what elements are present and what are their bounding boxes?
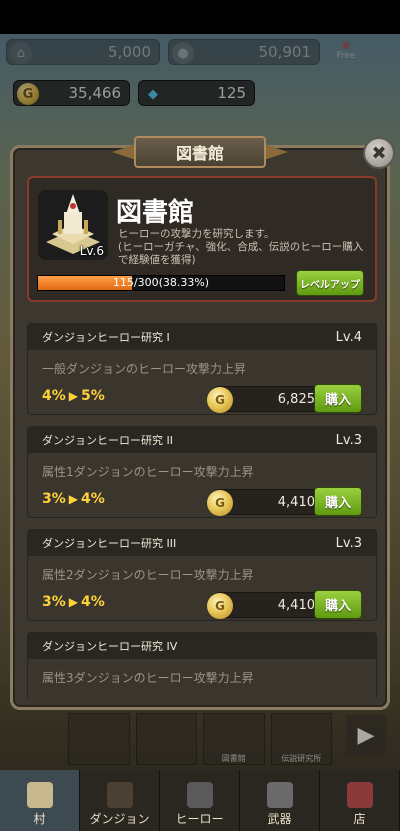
research-row: ダンジョンヒーロー研究 III Lv.3 属性2ダンジョンのヒーロー攻撃力上昇 …: [27, 529, 377, 621]
subnav-item-library: 図書館: [203, 713, 265, 765]
subnav-item: [135, 713, 197, 765]
research-level: Lv.3: [335, 535, 362, 551]
dungeon-icon: [106, 782, 133, 808]
gold-coin-icon: G: [207, 490, 233, 516]
buy-button[interactable]: 購入: [314, 487, 362, 516]
research-level: Lv.3: [335, 432, 362, 448]
effect-from: 3%: [42, 491, 66, 507]
research-description: 属性2ダンジョンのヒーロー攻撃力上昇: [42, 568, 254, 582]
research-row-header: ダンジョンヒーロー研究 IV: [28, 633, 376, 659]
gold-coin-icon: G: [207, 593, 233, 619]
research-name: ダンジョンヒーロー研究 III: [42, 537, 177, 550]
research-cost: G 6,825: [207, 386, 326, 413]
nav-village[interactable]: 村: [0, 770, 80, 831]
nav-weapon[interactable]: 武器: [240, 770, 320, 831]
subnav-item: [68, 713, 130, 765]
xp-progress-bar: 115/300(38.33%): [37, 275, 285, 291]
close-button[interactable]: ✖: [363, 137, 395, 169]
nav-label: ヒーロー: [175, 812, 224, 826]
building-level: Lv.6: [79, 244, 104, 258]
research-description: 属性1ダンジョンのヒーロー攻撃力上昇: [42, 465, 254, 479]
subnav-item-legend-lab: 伝説研究所: [270, 713, 332, 765]
research-cost: G 4,410: [207, 489, 326, 516]
nav-label: 武器: [267, 812, 292, 826]
nav-hero[interactable]: ヒーロー: [160, 770, 240, 831]
research-description: 属性3ダンジョンのヒーロー攻撃力上昇: [42, 671, 254, 685]
research-effect: 3% ▶ 4%: [42, 594, 105, 610]
bottom-nav: 村 ダンジョン ヒーロー 武器 店: [0, 770, 400, 831]
arrow-right-icon: ▶: [68, 595, 79, 609]
nav-label: 村: [33, 812, 46, 826]
effect-to: 4%: [81, 594, 105, 610]
nav-label: 店: [353, 812, 366, 826]
hero-icon: [186, 782, 213, 808]
xp-text: 115/300(38.33%): [112, 276, 210, 289]
research-row: ダンジョンヒーロー研究 I Lv.4 一般ダンジョンのヒーロー攻撃力上昇 4% ▶…: [27, 323, 377, 415]
nav-label: ダンジョン: [89, 812, 150, 826]
research-name: ダンジョンヒーロー研究 IV: [42, 640, 178, 653]
arrow-right-icon: ▶: [68, 389, 79, 403]
effect-to: 5%: [81, 388, 105, 404]
research-level: Lv.4: [335, 329, 362, 345]
research-name: ダンジョンヒーロー研究 II: [42, 434, 173, 447]
level-up-button[interactable]: レベルアップ: [296, 270, 364, 296]
effect-from: 3%: [42, 594, 66, 610]
research-list[interactable]: ダンジョンヒーロー研究 I Lv.4 一般ダンジョンのヒーロー攻撃力上昇 4% ▶…: [27, 323, 377, 698]
arrow-right-icon: ▶: [68, 492, 79, 506]
status-bar: [0, 0, 400, 34]
research-effect: 3% ▶ 4%: [42, 491, 105, 507]
library-building-image: Lv.6: [38, 190, 108, 260]
buy-button[interactable]: 購入: [314, 384, 362, 413]
close-icon: ✖: [371, 142, 387, 164]
next-arrow-icon: ▶: [346, 715, 386, 755]
research-cost: G 4,410: [207, 592, 326, 619]
research-row: ダンジョンヒーロー研究 II Lv.3 属性1ダンジョンのヒーロー攻撃力上昇 3…: [27, 426, 377, 518]
building-subnav: 図書館 伝説研究所: [68, 713, 332, 765]
modal-title-tab: 図書館: [134, 136, 266, 168]
effect-to: 4%: [81, 491, 105, 507]
gold-coin-icon: G: [207, 387, 233, 413]
village-icon: [26, 782, 53, 808]
library-description: ヒーローの攻撃力を研究します。 (ヒーローガチャ、強化、合成、伝説のヒーロー購入…: [118, 228, 364, 266]
shop-icon: [346, 782, 373, 808]
library-title: 図書館: [116, 198, 195, 228]
research-row: ダンジョンヒーロー研究 IV 属性3ダンジョンのヒーロー攻撃力上昇: [27, 632, 377, 698]
research-row-header: ダンジョンヒーロー研究 II Lv.3: [28, 427, 376, 453]
research-name: ダンジョンヒーロー研究 I: [42, 331, 170, 344]
weapon-icon: [266, 782, 293, 808]
cost-value: 4,410: [277, 494, 315, 510]
effect-from: 4%: [42, 388, 66, 404]
buy-button[interactable]: 購入: [314, 590, 362, 619]
nav-shop[interactable]: 店: [320, 770, 400, 831]
research-effect: 4% ▶ 5%: [42, 388, 105, 404]
nav-dungeon[interactable]: ダンジョン: [80, 770, 160, 831]
cost-value: 4,410: [277, 597, 315, 613]
research-row-header: ダンジョンヒーロー研究 III Lv.3: [28, 530, 376, 556]
research-row-header: ダンジョンヒーロー研究 I Lv.4: [28, 324, 376, 350]
research-description: 一般ダンジョンのヒーロー攻撃力上昇: [42, 362, 247, 376]
cost-value: 6,825: [277, 391, 315, 407]
